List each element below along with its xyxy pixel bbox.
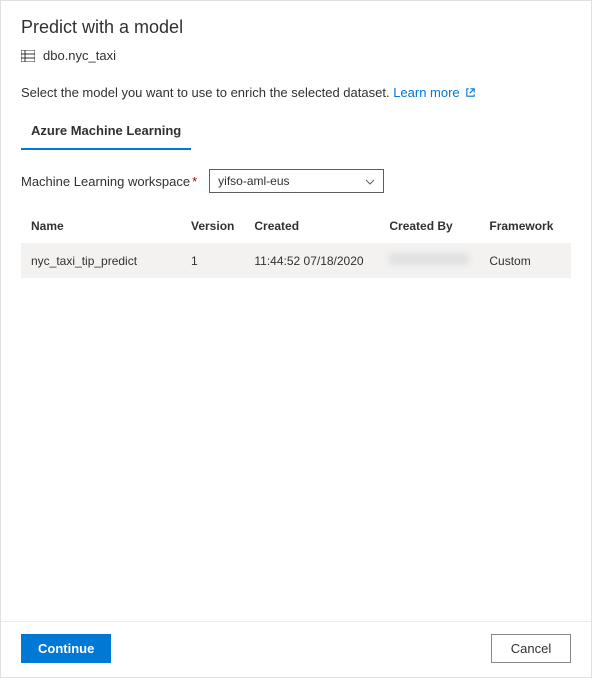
dataset-row: dbo.nyc_taxi — [21, 48, 571, 63]
cancel-button[interactable]: Cancel — [491, 634, 571, 663]
tab-azure-ml[interactable]: Azure Machine Learning — [21, 115, 191, 150]
cell-created-by — [379, 243, 479, 278]
description-text: Select the model you want to use to enri… — [21, 85, 390, 100]
description: Select the model you want to use to enri… — [21, 85, 571, 101]
col-header-created-by[interactable]: Created By — [379, 209, 479, 243]
col-header-version[interactable]: Version — [181, 209, 244, 243]
tabs: Azure Machine Learning — [21, 115, 571, 151]
chevron-down-icon — [365, 174, 375, 188]
table-icon — [21, 50, 35, 62]
cell-created: 11:44:52 07/18/2020 — [244, 243, 379, 278]
page-title: Predict with a model — [21, 17, 571, 38]
table-row[interactable]: nyc_taxi_tip_predict 1 11:44:52 07/18/20… — [21, 243, 571, 278]
continue-button[interactable]: Continue — [21, 634, 111, 663]
workspace-select[interactable]: yifso-aml-eus — [209, 169, 384, 193]
cell-version: 1 — [181, 243, 244, 278]
col-header-framework[interactable]: Framework — [479, 209, 571, 243]
cell-name: nyc_taxi_tip_predict — [21, 243, 181, 278]
external-link-icon — [465, 86, 476, 101]
col-header-created[interactable]: Created — [244, 209, 379, 243]
cell-framework: Custom — [479, 243, 571, 278]
required-indicator: * — [192, 174, 197, 189]
workspace-label: Machine Learning workspace* — [21, 174, 197, 189]
footer: Continue Cancel — [1, 621, 591, 677]
redacted-text — [389, 253, 469, 265]
learn-more-link[interactable]: Learn more — [393, 85, 476, 100]
workspace-selected-value: yifso-aml-eus — [218, 174, 289, 188]
models-table: Name Version Created Created By Framewor… — [21, 209, 571, 278]
dataset-name: dbo.nyc_taxi — [43, 48, 116, 63]
col-header-name[interactable]: Name — [21, 209, 181, 243]
